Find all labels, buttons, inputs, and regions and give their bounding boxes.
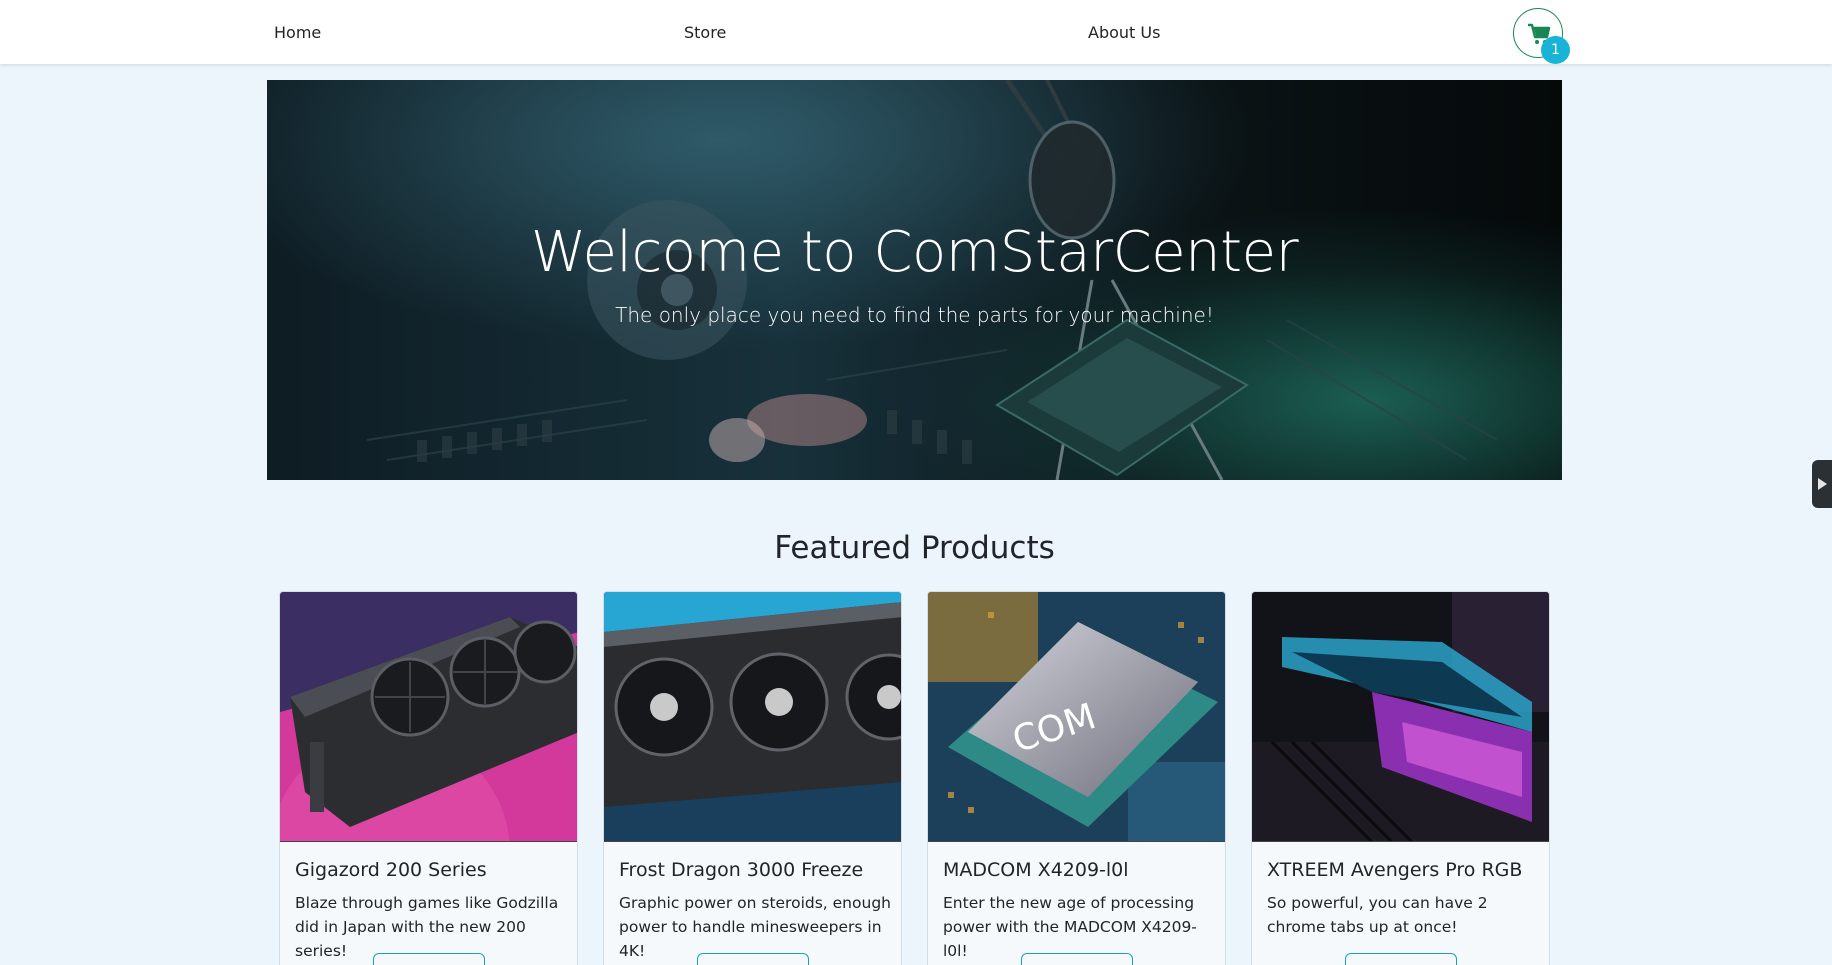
product-name: Frost Dragon 3000 Freeze bbox=[619, 859, 864, 881]
caret-right-icon bbox=[1818, 478, 1827, 490]
hero-subtitle: The only place you need to find the part… bbox=[615, 303, 1214, 327]
product-card: Gigazord 200 Series Blaze through games … bbox=[279, 591, 578, 965]
product-description: So powerful, you can have 2 chrome tabs … bbox=[1267, 894, 1488, 936]
hero-title: Welcome to ComStarCenter bbox=[530, 220, 1299, 285]
product-name: XTREEM Avengers Pro RGB bbox=[1267, 859, 1523, 881]
product-image bbox=[280, 592, 577, 842]
product-action-button[interactable] bbox=[1345, 953, 1457, 965]
product-card: COM MADCOM X4209-l0l Enter the new age o… bbox=[927, 591, 1226, 965]
product-name: MADCOM X4209-l0l bbox=[943, 859, 1129, 881]
product-image bbox=[1252, 592, 1549, 842]
product-card: XTREEM Avengers Pro RGB So powerful, you… bbox=[1251, 591, 1550, 965]
product-action-button[interactable] bbox=[697, 953, 809, 965]
nav-about-link[interactable]: About Us bbox=[1088, 23, 1160, 42]
product-image: COM bbox=[928, 592, 1225, 842]
featured-products-heading: Featured Products bbox=[774, 530, 1055, 566]
product-card: Frost Dragon 3000 Freeze Graphic power o… bbox=[603, 591, 902, 965]
cart-count-badge: 1 bbox=[1541, 36, 1570, 64]
sidebar-toggle-button[interactable] bbox=[1812, 460, 1832, 508]
hero-banner: Welcome to ComStarCenter The only place … bbox=[267, 80, 1562, 480]
product-name: Gigazord 200 Series bbox=[295, 859, 487, 881]
product-action-button[interactable] bbox=[373, 953, 485, 965]
product-action-button[interactable] bbox=[1021, 953, 1133, 965]
product-image bbox=[604, 592, 901, 842]
top-navbar: Home Store About Us 1 bbox=[0, 0, 1832, 64]
nav-home-link[interactable]: Home bbox=[274, 23, 321, 42]
nav-store-link[interactable]: Store bbox=[684, 23, 726, 42]
